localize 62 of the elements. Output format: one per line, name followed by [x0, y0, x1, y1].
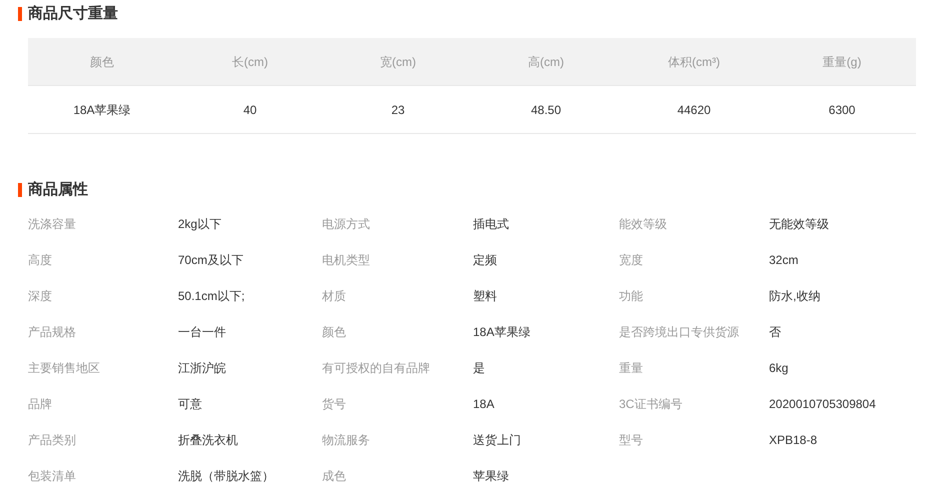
- attribute-label: 主要销售地区: [28, 360, 100, 377]
- attribute-value: XPB18-8: [769, 432, 818, 449]
- attribute-value: 2020010705309804: [769, 396, 876, 413]
- attribute-value: 2kg以下: [178, 216, 222, 233]
- attribute-value: 防水,收纳: [769, 288, 820, 305]
- attribute-label: 品牌: [28, 396, 52, 413]
- attribute-label: 货号: [322, 396, 346, 413]
- attribute-label: 宽度: [619, 252, 643, 269]
- attribute-value: 32cm: [769, 252, 798, 269]
- table-cell-text: 48.50: [530, 102, 562, 118]
- column-header: 长(cm): [232, 54, 268, 70]
- table-cell-text: 6300: [828, 102, 856, 118]
- column-header: 高(cm): [528, 54, 564, 70]
- attribute-value: 插电式: [473, 216, 509, 233]
- attribute-value: 可意: [178, 396, 202, 413]
- column-header: 颜色: [90, 54, 114, 70]
- attribute-label: 产品类别: [28, 432, 76, 449]
- attribute-label: 电机类型: [322, 252, 370, 269]
- attribute-label: 成色: [322, 468, 346, 485]
- attribute-label: 重量: [619, 360, 643, 377]
- attribute-value: 6kg: [769, 360, 788, 377]
- attribute-label: 能效等级: [619, 216, 667, 233]
- attribute-label: 3C证书编号: [619, 396, 682, 413]
- attribute-value: 无能效等级: [769, 216, 829, 233]
- attribute-label: 功能: [619, 288, 643, 305]
- attribute-value: 塑料: [473, 288, 497, 305]
- attribute-label: 型号: [619, 432, 643, 449]
- attribute-value: 折叠洗衣机: [178, 432, 238, 449]
- table-cell-text: 23: [391, 102, 405, 118]
- table-cell-text: 18A苹果绿: [73, 102, 131, 118]
- table-cell-text: 44620: [677, 102, 711, 118]
- attribute-value: 是: [473, 360, 485, 377]
- attribute-label: 颜色: [322, 324, 346, 341]
- column-header: 重量(g): [822, 54, 862, 70]
- attribute-label: 物流服务: [322, 432, 370, 449]
- attribute-value: 定频: [473, 252, 497, 269]
- attribute-value: 否: [769, 324, 781, 341]
- attribute-value: 江浙沪皖: [178, 360, 226, 377]
- attribute-value: 18A苹果绿: [473, 324, 530, 341]
- attribute-value: 一台一件: [178, 324, 226, 341]
- attribute-label: 深度: [28, 288, 52, 305]
- section-title: 商品属性: [28, 180, 88, 200]
- section-marker: [18, 183, 22, 197]
- attribute-label: 有可授权的自有品牌: [322, 360, 430, 377]
- attribute-value: 洗脱（带脱水篮）: [178, 468, 274, 485]
- attribute-label: 是否跨境出口专供货源: [619, 324, 739, 341]
- attribute-label: 洗涤容量: [28, 216, 76, 233]
- attribute-value: 苹果绿: [473, 468, 509, 485]
- attribute-value: 送货上门: [473, 432, 521, 449]
- section-marker: [18, 7, 22, 21]
- attribute-value: 70cm及以下: [178, 252, 244, 269]
- attribute-label: 高度: [28, 252, 52, 269]
- attribute-value: 18A: [473, 396, 494, 413]
- attribute-label: 材质: [322, 288, 346, 305]
- column-header: 宽(cm): [380, 54, 416, 70]
- section-title: 商品尺寸重量: [28, 4, 118, 24]
- attribute-value: 50.1cm以下;: [178, 288, 245, 305]
- table-cell-text: 40: [243, 102, 257, 118]
- attribute-label: 电源方式: [322, 216, 370, 233]
- attribute-label: 产品规格: [28, 324, 76, 341]
- column-header: 体积(cm³): [668, 54, 720, 70]
- attribute-label: 包装清单: [28, 468, 76, 485]
